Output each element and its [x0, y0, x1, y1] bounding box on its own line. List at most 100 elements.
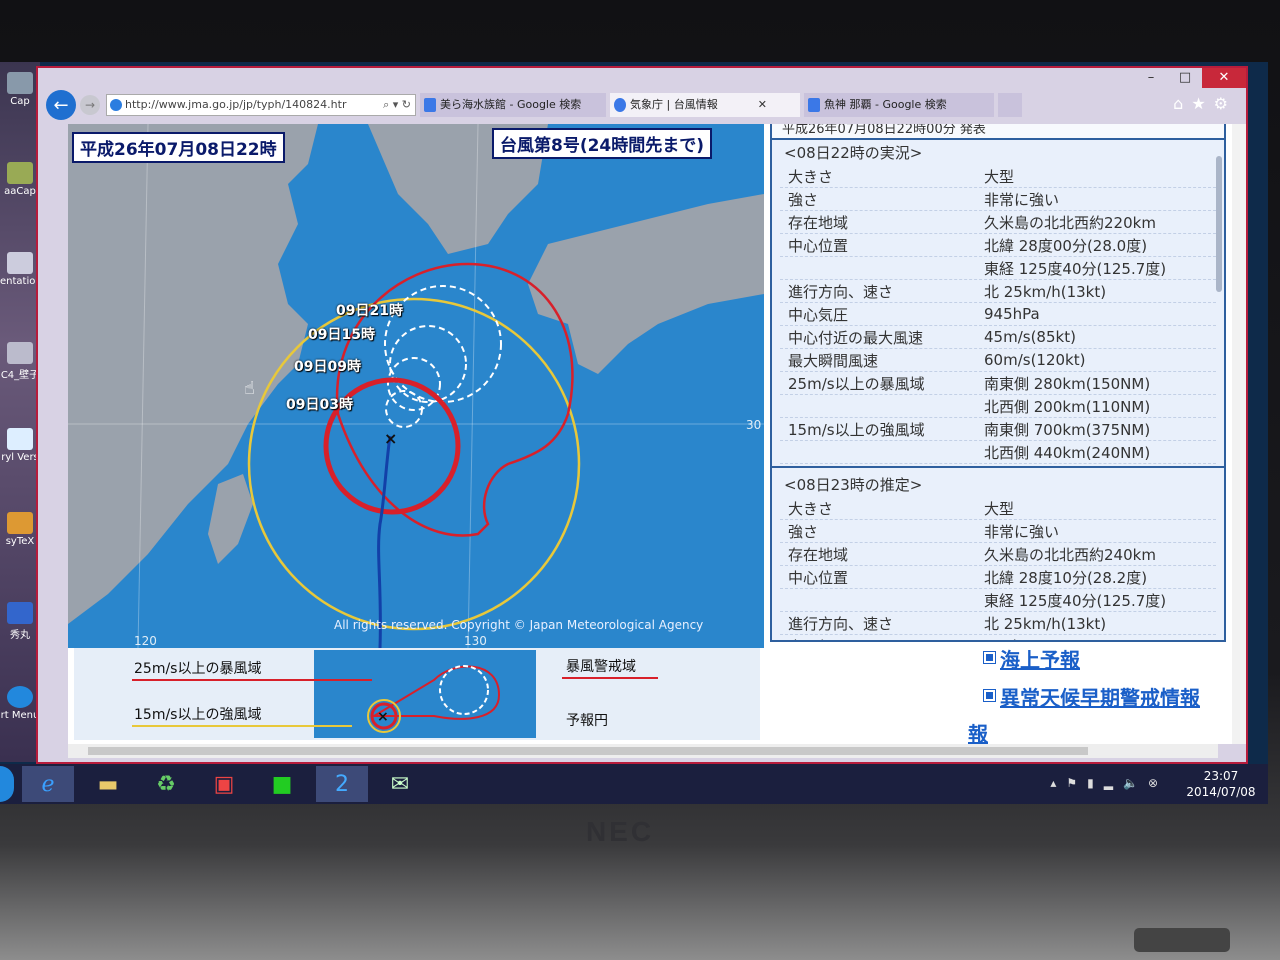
- arrow-left-icon: ←: [53, 94, 69, 116]
- info-key: 25m/s以上の暴風域: [788, 374, 925, 393]
- info-value: 非常に強い: [984, 190, 1060, 209]
- info-row: 大きさ 大型: [780, 165, 1216, 188]
- lat-label: 30: [746, 418, 762, 432]
- info-key: 存在地域: [788, 213, 849, 232]
- browser-window: – □ ✕ ← → http://www.jma.go.jp/jp/typh/1…: [36, 66, 1248, 764]
- legend-storm-line: [132, 679, 372, 681]
- mail-icon: ✉: [390, 771, 410, 797]
- vertical-scrollbar[interactable]: [1232, 124, 1246, 744]
- info-value: 945hPa: [984, 637, 1216, 640]
- map-title: 台風第8号(24時間先まで): [492, 128, 713, 159]
- info-value: 久米島の北北西約240km: [984, 545, 1156, 564]
- ie-favicon-icon: [614, 98, 626, 112]
- desktop-icon-easytex[interactable]: syTeX: [0, 512, 40, 547]
- tab-uogami[interactable]: 魚神 那覇 - Google 検索: [804, 93, 994, 117]
- forecast-time-21h: 09日21時: [336, 303, 403, 319]
- map-legend: × 25m/s以上の暴風域 15m/s以上の強風域 暴風警戒域 予報円: [74, 648, 760, 740]
- lon-label-120: 120: [134, 634, 157, 648]
- back-button[interactable]: ←: [46, 90, 76, 120]
- tab-churaumi[interactable]: 美ら海水族館 - Google 検索: [420, 93, 606, 117]
- browser-toolbar: ← → http://www.jma.go.jp/jp/typh/140824.…: [38, 90, 1246, 120]
- clock-date: 2014/07/08: [1186, 785, 1256, 799]
- china-landmass: [68, 124, 318, 624]
- info-value: 非常に強い: [984, 522, 1060, 541]
- star-icon[interactable]: ★: [1191, 94, 1213, 113]
- info-value: 45m/s(85kt): [984, 328, 1076, 346]
- folder-icon: ▬: [97, 771, 119, 797]
- info-row: 存在地域 久米島の北北西約220km: [780, 211, 1216, 234]
- info-row: 中心位置 北緯 28度00分(28.0度): [780, 234, 1216, 257]
- close-button[interactable]: ✕: [1202, 68, 1246, 88]
- info-value: 北 25km/h(13kt): [984, 282, 1107, 301]
- desktop-icon-aacap[interactable]: aaCap: [0, 162, 40, 197]
- info-row: 中心位置 北緯 28度10分(28.2度): [780, 566, 1216, 589]
- store-icon: ■: [271, 771, 293, 797]
- legend-warning-shape: [370, 665, 501, 720]
- info-row: 25m/s以上の暴風域 南東側 280km(150NM): [780, 372, 1216, 395]
- info-value: 北緯 28度00分(28.0度): [984, 236, 1148, 255]
- start-button[interactable]: [0, 766, 14, 802]
- google-favicon-icon: [424, 98, 436, 112]
- info-row: 大きさ 大型: [780, 497, 1216, 520]
- info-row: 東経 125度40分(125.7度): [780, 589, 1216, 612]
- info-row: 強さ 非常に強い: [780, 520, 1216, 543]
- estimate-rows: 大きさ 大型 強さ 非常に強い 存在地域 久米島の北北西約240km 中心位置 北緯 28度1…: [780, 497, 1216, 640]
- ie-favicon-icon: [110, 99, 122, 111]
- maximize-button[interactable]: □: [1168, 68, 1202, 88]
- info-key: 中心位置: [788, 568, 849, 587]
- desktop-icon-start-menu[interactable]: rt Menu: [0, 686, 40, 721]
- typhoon-info-panel[interactable]: 平成26年07月08日22時00分 発表 <08日22時の実況> 大きさ 大型 強さ…: [770, 124, 1226, 642]
- media-icon: ▣: [213, 771, 235, 797]
- arrow-right-icon: →: [84, 98, 96, 112]
- search-refresh-icon[interactable]: ⌕ ▾ ↻: [383, 95, 411, 115]
- minimize-button[interactable]: –: [1134, 68, 1168, 88]
- taskbar-app3[interactable]: 2: [316, 766, 368, 802]
- typhoon-track: [377, 435, 392, 648]
- taskbar-store[interactable]: ■: [256, 766, 308, 802]
- gear-icon[interactable]: ⚙: [1214, 94, 1236, 113]
- home-icon[interactable]: ⌂: [1173, 94, 1191, 113]
- scroll-thumb[interactable]: [88, 747, 1088, 755]
- desktop-icon-wallpaper[interactable]: C4_壁子: [0, 342, 40, 381]
- info-value: 945hPa: [984, 305, 1040, 323]
- desktop-icon-ryl[interactable]: ryl Vers: [0, 428, 40, 463]
- taskbar-app4[interactable]: ✉: [374, 766, 426, 802]
- desktop-icon-cap[interactable]: Cap: [0, 72, 40, 107]
- legend-warning-line: [562, 677, 658, 679]
- info-key: 強さ: [788, 190, 819, 209]
- taskbar-app2[interactable]: ▣: [198, 766, 250, 802]
- info-scrollbar[interactable]: [1216, 156, 1222, 292]
- forward-button[interactable]: →: [80, 95, 100, 115]
- taskbar-ie[interactable]: ℯ: [22, 766, 74, 802]
- info-row: 存在地域 久米島の北北西約240km: [780, 543, 1216, 566]
- info-key: 中心気圧: [788, 305, 849, 324]
- desktop-icon-presentation[interactable]: entation: [0, 252, 42, 287]
- info-value: 久米島の北北西約220km: [984, 213, 1156, 232]
- close-tab-icon[interactable]: ✕: [758, 98, 767, 111]
- taskbar-app1[interactable]: ♻: [140, 766, 192, 802]
- taiwan-landmass: [208, 474, 253, 564]
- taskbar: ℯ ▬ ♻ ▣ ■ 2 ✉ ▴⚑▮▂🔈⊗ 23:07 2014/07/08: [0, 764, 1268, 804]
- link-early-warning[interactable]: 異常天候早期警戒情報: [1000, 682, 1200, 711]
- forecast-time-09h: 09日09時: [294, 359, 361, 375]
- tab-jma-typhoon[interactable]: 気象庁 | 台風情報 ✕: [610, 93, 800, 117]
- clock-time: 23:07: [1203, 769, 1239, 783]
- desktop-icon-hidemaru[interactable]: 秀丸: [0, 602, 40, 641]
- info-row: 中心付近の最大風速 45m/s(85kt): [780, 326, 1216, 349]
- system-tray[interactable]: ▴⚑▮▂🔈⊗: [1050, 776, 1168, 790]
- new-tab-button[interactable]: [998, 93, 1022, 117]
- current-rows: 大きさ 大型強さ 非常に強い存在地域 久米島の北北西約220km 中心位置 北緯 28度0…: [780, 165, 1216, 464]
- link-marine-forecast[interactable]: 海上予報: [1000, 644, 1080, 673]
- link-tail[interactable]: 報: [968, 718, 988, 744]
- info-value: 北西側 200km(110NM): [984, 397, 1151, 416]
- horizontal-scrollbar[interactable]: [68, 744, 1218, 758]
- address-bar[interactable]: http://www.jma.go.jp/jp/typh/140824.htr …: [106, 94, 416, 116]
- taskbar-explorer[interactable]: ▬: [82, 766, 134, 802]
- section-estimate: <08日23時の推定> 大きさ 大型 強さ 非常に強い 存在地域 久米島の北北西約240k…: [772, 472, 1224, 640]
- clock[interactable]: 23:07 2014/07/08: [1182, 768, 1260, 800]
- info-row: 最大瞬間風速 60m/s(120kt): [780, 349, 1216, 372]
- forecast-time-15h: 09日15時: [308, 327, 375, 343]
- bullet-icon: [983, 651, 996, 664]
- info-row: 進行方向、速さ 北 25km/h(13kt): [780, 612, 1216, 635]
- info-key: 中心位置: [788, 236, 849, 255]
